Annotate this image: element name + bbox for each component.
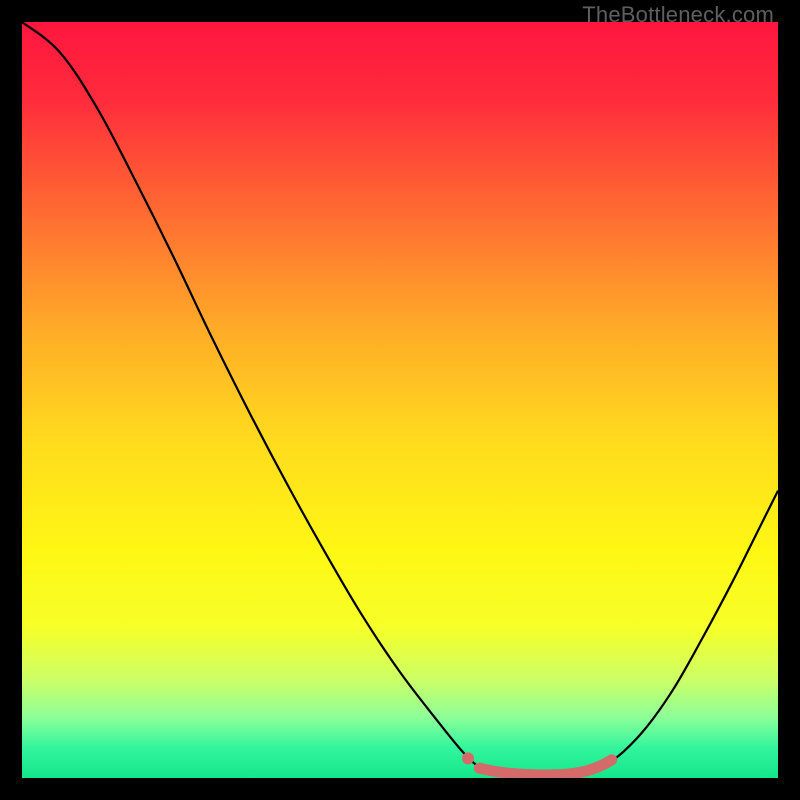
highlight-dot xyxy=(462,752,474,764)
gradient-background xyxy=(22,22,778,778)
chart-frame xyxy=(22,22,778,778)
bottleneck-chart xyxy=(22,22,778,778)
